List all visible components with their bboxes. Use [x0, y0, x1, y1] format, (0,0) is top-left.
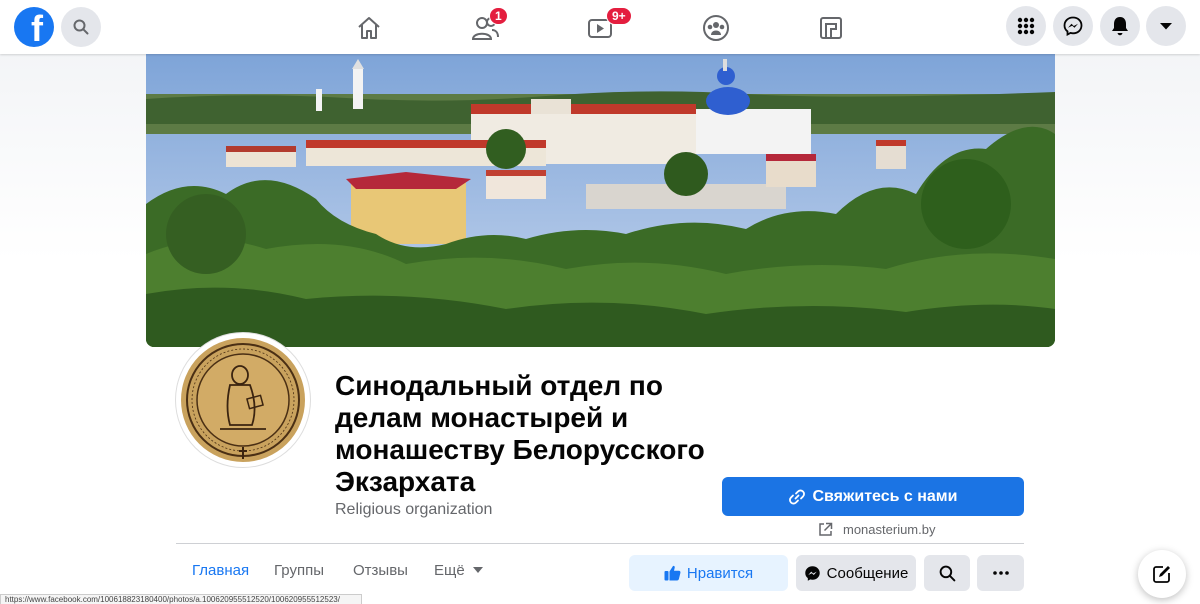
cover-image [146, 54, 1055, 347]
notifications-button[interactable] [1100, 6, 1140, 46]
search-icon [939, 565, 955, 581]
website-url: monasterium.by [843, 521, 936, 537]
nav-gaming[interactable] [775, 6, 887, 50]
message-label: Сообщение [826, 564, 909, 582]
search-button[interactable] [61, 7, 101, 47]
page-title: Синодальный отдел по делам монастырей и … [335, 370, 705, 497]
page-category: Religious organization [335, 501, 493, 518]
facebook-logo[interactable]: f [14, 7, 54, 47]
groups-icon [703, 15, 729, 41]
top-navigation-bar: f 1 9+ [0, 0, 1200, 54]
nav-watch[interactable]: 9+ [544, 6, 656, 50]
menu-button[interactable] [1006, 6, 1046, 46]
like-label: Нравится [686, 564, 754, 582]
tab-home[interactable]: Главная [192, 562, 249, 579]
search-icon [73, 19, 89, 35]
more-dots-icon [992, 571, 1009, 575]
home-icon [358, 17, 380, 39]
tab-groups[interactable]: Группы [274, 562, 324, 579]
profile-picture[interactable] [176, 333, 310, 467]
contact-us-button[interactable]: Свяжитесь с нами [722, 477, 1024, 516]
messenger-icon [1063, 16, 1083, 36]
tab-more-label: Ещё [434, 562, 465, 579]
tab-reviews[interactable]: Отзывы [353, 562, 408, 579]
browser-status-url: https://www.facebook.com/100618823180400… [0, 594, 362, 604]
external-link-icon [819, 522, 833, 536]
messenger-button[interactable] [1053, 6, 1093, 46]
account-menu-button[interactable] [1146, 6, 1186, 46]
gaming-icon [820, 17, 842, 39]
compose-icon [1153, 566, 1170, 583]
nav-groups[interactable] [660, 6, 772, 50]
nav-friends[interactable]: 1 [429, 6, 541, 50]
new-message-button[interactable] [1138, 550, 1186, 598]
thumbs-up-icon [664, 565, 681, 581]
header-divider [176, 543, 1024, 544]
contact-us-label: Свяжитесь с нами [812, 487, 958, 505]
watch-badge: 9+ [606, 7, 632, 25]
message-button[interactable]: Сообщение [796, 555, 916, 591]
more-options-button[interactable] [977, 555, 1024, 591]
tab-more[interactable]: Ещё [434, 562, 483, 579]
link-icon [788, 489, 805, 504]
website-link[interactable]: monasterium.by [818, 520, 935, 538]
organization-seal-logo [181, 338, 305, 462]
friends-badge: 1 [489, 7, 508, 25]
like-button[interactable]: Нравится [629, 555, 788, 591]
messenger-icon [804, 565, 820, 581]
nav-home[interactable] [313, 6, 425, 50]
cover-photo[interactable] [146, 54, 1055, 347]
account-dropdown-icon [1160, 23, 1172, 30]
page-search-button[interactable] [924, 555, 970, 591]
menu-grid-icon [1017, 17, 1035, 35]
caret-down-icon [472, 567, 483, 573]
notifications-icon [1112, 17, 1128, 36]
